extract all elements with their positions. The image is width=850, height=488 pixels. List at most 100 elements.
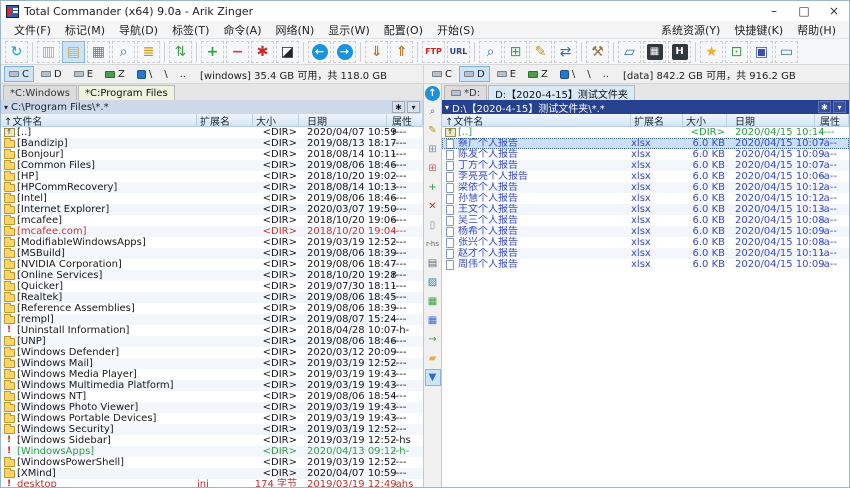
file-row[interactable]: [Windows Defender]<DIR>2020/03/12 20:09-…: [1, 347, 423, 358]
history-dropdown-button[interactable]: ▾: [833, 101, 846, 113]
file-row[interactable]: 陈发个人报告xlsx6.0 KB2020/04/15 10:09-a--: [442, 149, 849, 160]
ftp-connect-icon[interactable]: FTP: [422, 41, 445, 63]
menu-item[interactable]: 帮助(H): [790, 22, 843, 38]
file-row[interactable]: [Windows Security]<DIR>2019/03/19 12:52-…: [1, 424, 423, 435]
drive-button-e[interactable]: E: [69, 66, 98, 82]
pack-icon[interactable]: ⇓: [365, 41, 388, 63]
header-filename[interactable]: ↑文件名: [1, 114, 197, 126]
file-row[interactable]: ![Windows Sidebar]<DIR>2019/03/19 12:52-…: [1, 435, 423, 446]
search-icon[interactable]: ⌕: [479, 41, 502, 63]
branch-view-icon[interactable]: ⇅: [169, 41, 192, 63]
menu-item[interactable]: 标签(T): [165, 22, 216, 38]
notepad-icon[interactable]: ▱: [618, 41, 641, 63]
file-row[interactable]: [Windows Multimedia Platform]<DIR>2019/0…: [1, 380, 423, 391]
file-row[interactable]: [Reference Assemblies]<DIR>2019/08/06 18…: [1, 303, 423, 314]
menu-item[interactable]: 命令(A): [216, 22, 268, 38]
file-row[interactable]: [Realtek]<DIR>2019/08/06 18:45----: [1, 292, 423, 303]
root-dir-button[interactable]: \: [582, 66, 595, 82]
calendar-icon[interactable]: ▦: [425, 312, 441, 329]
file-row[interactable]: [Windows Mail]<DIR>2019/03/19 12:52----: [1, 358, 423, 369]
file-row[interactable]: 吴三个人报告xlsx6.0 KB2020/04/15 10:08-a--: [442, 215, 849, 226]
menu-item[interactable]: 开始(S): [430, 22, 482, 38]
file-row[interactable]: [UNP]<DIR>2019/08/06 18:46----: [1, 336, 423, 347]
tools-hammer-icon[interactable]: ⚒: [586, 41, 609, 63]
file-row[interactable]: ↑[..]<DIR>2020/04/07 10:59r---: [1, 127, 423, 138]
file-row[interactable]: 赵才个人报告xlsx6.0 KB2020/04/15 10:11-a--: [442, 248, 849, 259]
close-button[interactable]: ×: [819, 1, 849, 21]
menu-item[interactable]: 系统资源(Y): [654, 22, 727, 38]
file-row[interactable]: 丁方个人报告xlsx6.0 KB2020/04/15 10:07-a--: [442, 160, 849, 171]
folder-tab[interactable]: *C:Windows: [3, 85, 77, 100]
minimize-button[interactable]: –: [759, 1, 789, 21]
menu-item[interactable]: 快捷键(K): [727, 22, 790, 38]
file-row[interactable]: [Quicker]<DIR>2019/07/30 18:11----: [1, 281, 423, 292]
favorites-path-button[interactable]: ✱: [818, 101, 831, 113]
search-icon[interactable]: ⌕: [425, 103, 441, 120]
file-row[interactable]: [MSBuild]<DIR>2019/08/06 18:39----: [1, 248, 423, 259]
new-window-icon[interactable]: ▭: [775, 41, 798, 63]
file-row[interactable]: ![WindowsApps]<DIR>2020/04/13 09:12--h-: [1, 446, 423, 457]
quick-view-icon[interactable]: ⌕: [112, 41, 135, 63]
history-dropdown-button[interactable]: ▾: [407, 101, 420, 113]
file-row[interactable]: [Windows Portable Devices]<DIR>2019/03/1…: [1, 413, 423, 424]
menu-item[interactable]: 配置(O): [377, 22, 430, 38]
file-row[interactable]: 杨希个人报告xlsx6.0 KB2020/04/15 10:09-a--: [442, 226, 849, 237]
image-icon[interactable]: ▨: [425, 274, 441, 291]
new-file-icon[interactable]: ▯: [425, 217, 441, 234]
header-attributes[interactable]: 属性: [387, 114, 423, 126]
file-row[interactable]: !desktopini174 字节2019/03/19 12:49-ahs: [1, 479, 423, 487]
hwinfo-icon[interactable]: H: [668, 41, 691, 63]
file-row[interactable]: 周伟个人报告xlsx6.0 KB2020/04/15 10:09-a--: [442, 259, 849, 270]
calculator-icon[interactable]: ▦: [643, 41, 666, 63]
ftp-url-icon[interactable]: URL: [447, 41, 470, 63]
up-dir-icon[interactable]: ↑: [425, 86, 440, 101]
refresh-icon[interactable]: ↻: [5, 41, 28, 63]
right-path-bar[interactable]: ▾ D:\【2020-4-15】测试文件夹\*.* ✱ ▾: [442, 100, 849, 114]
back-icon[interactable]: ←: [308, 41, 331, 63]
drive-button-z[interactable]: Z: [523, 66, 553, 82]
unpack-icon[interactable]: ⇑: [390, 41, 413, 63]
print-icon[interactable]: ▤: [425, 255, 441, 272]
move-icon[interactable]: →: [425, 331, 441, 348]
folder-tab[interactable]: D:【2020-4-15】测试文件夹: [488, 85, 635, 100]
header-extension[interactable]: 扩展名: [197, 114, 253, 126]
drive-button-d[interactable]: D: [36, 66, 67, 82]
file-row[interactable]: [ModifiableWindowsApps]<DIR>2019/03/19 1…: [1, 237, 423, 248]
folder-tab[interactable]: *C:Program Files: [78, 85, 175, 100]
favorites-star-icon[interactable]: ★: [700, 41, 723, 63]
compare-icon[interactable]: ⊞: [504, 41, 527, 63]
parent-dir-button[interactable]: ..: [175, 66, 191, 82]
select-minus-icon[interactable]: −: [226, 41, 249, 63]
header-filename[interactable]: ↑文件名: [442, 114, 631, 126]
file-row[interactable]: [NVIDIA Corporation]<DIR>2019/08/06 18:4…: [1, 259, 423, 270]
filter-icon[interactable]: ▼: [425, 369, 441, 386]
header-extension[interactable]: 扩展名: [631, 114, 683, 126]
file-row[interactable]: ![Uninstall Information]<DIR>2018/04/28 …: [1, 325, 423, 336]
forward-icon[interactable]: →: [333, 41, 356, 63]
menu-item[interactable]: 文件(F): [7, 22, 58, 38]
delete-icon[interactable]: ✕: [425, 198, 441, 215]
file-row[interactable]: 孙慧个人报告xlsx6.0 KB2020/04/15 10:12-a--: [442, 193, 849, 204]
brief-view-icon[interactable]: ▥: [37, 41, 60, 63]
header-date[interactable]: 日期: [299, 114, 387, 126]
sync-dirs-icon[interactable]: ⇄: [554, 41, 577, 63]
file-row[interactable]: [XMind]<DIR>2020/04/07 10:59----: [1, 468, 423, 479]
details-view-icon[interactable]: ▤: [62, 41, 85, 63]
drive-button-c[interactable]: C: [427, 66, 457, 82]
file-row[interactable]: 张兴个人报告xlsx6.0 KB2020/04/15 10:08-a--: [442, 237, 849, 248]
drive-button-z[interactable]: Z: [100, 66, 130, 82]
file-row[interactable]: [HPCommRecovery]<DIR>2018/08/14 10:13---…: [1, 182, 423, 193]
file-row[interactable]: [Windows NT]<DIR>2019/08/06 18:54----: [1, 391, 423, 402]
menu-item[interactable]: 显示(W): [321, 22, 376, 38]
file-row[interactable]: 王文个人报告xlsx6.0 KB2020/04/15 10:13-a--: [442, 204, 849, 215]
invert-selection-icon[interactable]: ◪: [276, 41, 299, 63]
menu-item[interactable]: 网络(N): [268, 22, 321, 38]
file-row[interactable]: [Bonjour]<DIR>2018/08/14 10:11----: [1, 149, 423, 160]
folder-tab[interactable]: *D:: [444, 85, 487, 100]
save-floppy-icon[interactable]: ▣: [750, 41, 773, 63]
notes-icon[interactable]: ⊞: [425, 160, 441, 177]
header-size[interactable]: 大小: [683, 114, 727, 126]
edit-icon[interactable]: ✎: [425, 122, 441, 139]
drive-button-d[interactable]: D: [459, 66, 490, 82]
file-row[interactable]: 蔡广个人报告xlsx6.0 KB2020/04/15 10:07-a--: [442, 138, 849, 149]
